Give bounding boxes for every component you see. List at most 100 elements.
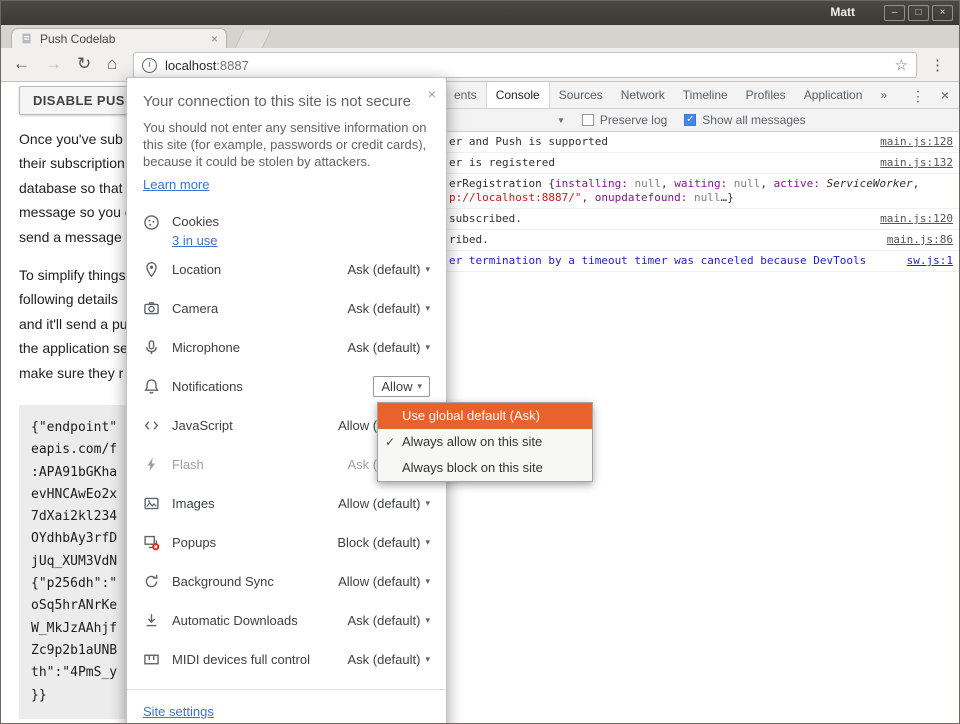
console-message-text: er termination by a timeout timer was ca…	[449, 254, 899, 268]
titlebar: Matt – □ ×	[1, 1, 959, 25]
console-object-preview: erRegistration {installing: null, waitin…	[449, 177, 945, 205]
maximize-button[interactable]: □	[908, 5, 929, 21]
caret-down-icon: ▾	[425, 654, 430, 665]
cookies-row: Cookies 3 in use	[143, 214, 430, 250]
address-bar[interactable]: i localhost :8887 ☆	[133, 52, 917, 78]
permission-row-notifications: Notifications Allow▾	[143, 367, 430, 406]
permission-row-automatic-downloads: Automatic Downloads Ask (default)▾	[143, 601, 430, 640]
forward-button[interactable]: →	[45, 54, 62, 74]
home-button[interactable]: ⌂	[107, 54, 117, 74]
console-source-link[interactable]: main.js:132	[880, 156, 953, 170]
console-object-row: erRegistration {installing: null, waitin…	[411, 174, 960, 209]
camera-permission-dropdown[interactable]: Ask (default)▾	[347, 301, 430, 316]
devtools-tab-network[interactable]: Network	[612, 82, 674, 108]
learn-more-link[interactable]: Learn more	[143, 177, 209, 192]
cookies-in-use-link[interactable]: 3 in use	[172, 233, 218, 248]
reload-button[interactable]: ↻	[77, 54, 91, 74]
notifications-permission-menu: Use global default (Ask) ✓Always allow o…	[377, 402, 593, 482]
permission-row-location: Location Ask (default)▾	[143, 250, 430, 289]
permission-row-microphone: Microphone Ask (default)▾	[143, 328, 430, 367]
console-toolbar: ▼ Preserve log ✓ Show all messages	[411, 109, 960, 132]
window-controls: – □ ×	[884, 5, 953, 21]
background-sync-permission-dropdown[interactable]: Allow (default)▾	[338, 574, 430, 589]
show-all-messages-label: Show all messages	[702, 113, 805, 127]
console-verbose-row: er termination by a timeout timer was ca…	[411, 251, 960, 272]
notifications-bell-icon	[143, 378, 160, 395]
popups-icon	[143, 534, 160, 551]
menu-item-always-allow[interactable]: ✓Always allow on this site	[378, 429, 592, 455]
devtools-tab-application[interactable]: Application	[795, 82, 872, 108]
menu-item-always-block[interactable]: Always block on this site	[378, 455, 592, 481]
site-info-popup: × Your connection to this site is not se…	[126, 77, 447, 724]
microphone-permission-dropdown[interactable]: Ask (default)▾	[347, 340, 430, 355]
devtools-tab-elements[interactable]: ents	[445, 82, 486, 108]
popups-permission-dropdown[interactable]: Block (default)▾	[337, 535, 430, 550]
permission-row-images: Images Allow (default)▾	[143, 484, 430, 523]
flash-icon	[143, 456, 160, 473]
console-source-link[interactable]: main.js:86	[887, 233, 953, 247]
popup-body-text: You should not enter any sensitive infor…	[143, 119, 430, 170]
console-message-row: ribed. main.js:86	[411, 230, 960, 251]
cookies-icon	[143, 214, 160, 231]
notifications-permission-select[interactable]: Allow▾	[373, 376, 430, 397]
site-info-icon[interactable]: i	[142, 58, 157, 73]
images-icon	[143, 495, 160, 512]
caret-down-icon: ▾	[425, 303, 430, 314]
console-source-link[interactable]: main.js:120	[880, 212, 953, 226]
popup-title: Your connection to this site is not secu…	[143, 93, 412, 110]
menu-item-use-global-default[interactable]: Use global default (Ask)	[378, 403, 592, 429]
caret-down-icon: ▾	[425, 264, 430, 275]
images-permission-dropdown[interactable]: Allow (default)▾	[338, 496, 430, 511]
show-all-messages-checkbox[interactable]: ✓	[684, 114, 696, 126]
permission-row-popups: Popups Block (default)▾	[143, 523, 430, 562]
automatic-downloads-icon	[143, 612, 160, 629]
caret-down-icon: ▾	[425, 342, 430, 353]
cookies-label: Cookies	[172, 214, 219, 229]
devtools-tab-console[interactable]: Console	[486, 82, 550, 108]
site-settings-link[interactable]: Site settings	[143, 704, 214, 719]
location-permission-dropdown[interactable]: Ask (default)▾	[347, 262, 430, 277]
tab-push-codelab[interactable]: Push Codelab ×	[11, 28, 227, 48]
automatic-downloads-permission-dropdown[interactable]: Ask (default)▾	[347, 613, 430, 628]
tab-title: Push Codelab	[40, 32, 211, 46]
midi-permission-dropdown[interactable]: Ask (default)▾	[347, 652, 430, 667]
console-source-link[interactable]: sw.js:1	[907, 254, 953, 268]
new-tab-button[interactable]	[235, 30, 272, 48]
popup-divider	[127, 689, 446, 690]
devtools-tab-profiles[interactable]: Profiles	[737, 82, 795, 108]
permission-row-midi: MIDI devices full control Ask (default)▾	[143, 640, 430, 679]
console-message-row: er and Push is supported main.js:128	[411, 132, 960, 153]
window-user-label: Matt	[830, 5, 855, 19]
console-message-text: er is registered	[449, 156, 872, 170]
caret-down-icon: ▾	[425, 576, 430, 587]
camera-icon	[143, 300, 160, 317]
devtools-tabs-overflow-icon[interactable]: »	[871, 82, 896, 108]
permission-row-background-sync: Background Sync Allow (default)▾	[143, 562, 430, 601]
location-icon	[143, 261, 160, 278]
javascript-icon	[143, 417, 160, 434]
preserve-log-label: Preserve log	[600, 113, 667, 127]
console-message-text: subscribed.	[449, 212, 872, 226]
background-sync-icon	[143, 573, 160, 590]
console-source-link[interactable]: main.js:128	[880, 135, 953, 149]
browser-window: Matt – □ × Push Codelab × ← → ↻ ⌂ i loca…	[0, 0, 960, 724]
tab-close-icon[interactable]: ×	[211, 33, 218, 45]
console-log: er and Push is supported main.js:128 er …	[411, 132, 960, 272]
console-message-text: ribed.	[449, 233, 879, 247]
browser-menu-icon[interactable]: ⋮	[930, 56, 945, 74]
preserve-log-checkbox[interactable]	[582, 114, 594, 126]
back-button[interactable]: ←	[13, 54, 30, 74]
caret-down-icon: ▾	[425, 498, 430, 509]
popup-close-icon[interactable]: ×	[428, 86, 436, 102]
minimize-button[interactable]: –	[884, 5, 905, 21]
devtools-close-icon[interactable]: ×	[941, 87, 949, 103]
console-context-dropdown-icon[interactable]: ▼	[557, 116, 565, 125]
caret-down-icon: ▾	[417, 381, 422, 392]
devtools-tab-timeline[interactable]: Timeline	[674, 82, 737, 108]
window-close-button[interactable]: ×	[932, 5, 953, 21]
permission-row-camera: Camera Ask (default)▾	[143, 289, 430, 328]
bookmark-star-icon[interactable]: ☆	[895, 56, 908, 74]
console-message-row: er is registered main.js:132	[411, 153, 960, 174]
devtools-tab-sources[interactable]: Sources	[550, 82, 612, 108]
devtools-menu-icon[interactable]: ⋮	[911, 88, 925, 105]
